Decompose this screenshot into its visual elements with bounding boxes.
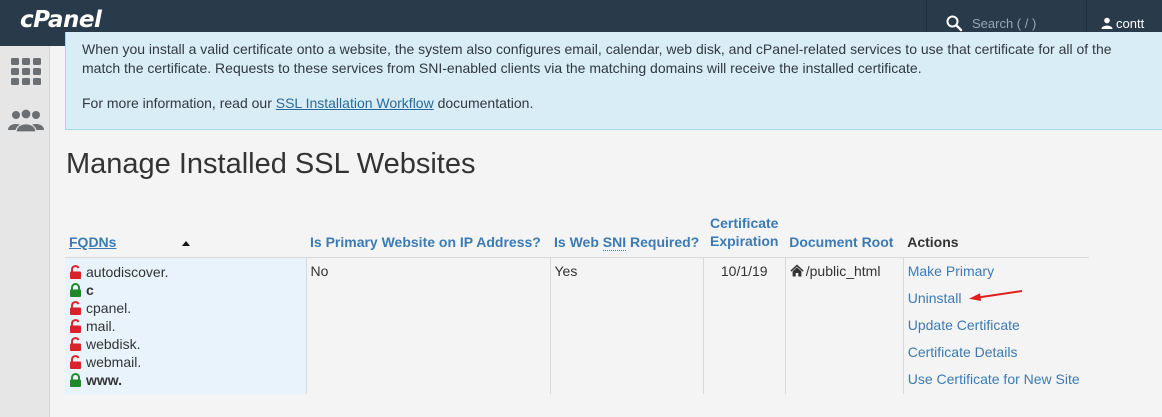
fqdn-item: autodiscover. (69, 263, 302, 281)
expiration-cell: 10/1/19 (702, 257, 786, 394)
use-certificate-new-site-link[interactable]: Use Certificate for New Site (908, 366, 1086, 393)
sidebar (0, 46, 50, 417)
lock-open-icon (70, 336, 81, 351)
ssl-websites-table: FQDNs Is Primary Website on IP Address? … (65, 213, 1090, 394)
grid-icon (11, 58, 41, 85)
primary-cell: No (305, 257, 550, 394)
fqdn-name: webdisk. (86, 335, 141, 352)
sidebar-users-button[interactable] (8, 102, 44, 138)
cpanel-logo[interactable]: cPanel (20, 7, 102, 33)
docroot-cell: /public_html (784, 257, 904, 394)
info-more-text: For more information, read our SSL Insta… (82, 94, 1162, 113)
fqdn-name: mail. (86, 317, 116, 334)
update-certificate-link[interactable]: Update Certificate (908, 312, 1086, 339)
expiration-column-header[interactable]: Certificate Expiration (703, 213, 786, 258)
sort-ascending-icon (182, 241, 190, 246)
sni-abbr: SNI (602, 233, 627, 251)
lock-open-icon (70, 318, 81, 333)
page-title: Manage Installed SSL Websites (66, 148, 476, 180)
fqdns-column-header[interactable]: FQDNs (65, 213, 306, 258)
lock-closed-icon (70, 372, 81, 387)
info-more-prefix: For more information, read our (82, 95, 276, 111)
info-more-suffix: documentation. (433, 95, 534, 111)
fqdn-name: cpanel. (86, 299, 132, 316)
lock-open-icon (70, 300, 81, 315)
home-icon (790, 264, 804, 277)
fqdn-name: www. (86, 371, 123, 388)
fqdns-cell: autodiscover. c cpanel. mail. webdisk. webmai… (65, 257, 306, 394)
make-primary-link[interactable]: Make Primary (908, 258, 1086, 285)
search-icon (946, 15, 963, 32)
search-input[interactable] (972, 15, 1082, 31)
info-alert: When you install a valid certificate ont… (65, 32, 1162, 130)
lock-closed-icon (70, 282, 81, 297)
fqdn-name: webmail. (86, 353, 142, 370)
user-icon (1101, 17, 1113, 29)
fqdn-item: www. (69, 371, 302, 389)
table-header-row: FQDNs Is Primary Website on IP Address? … (65, 213, 1090, 258)
fqdn-item: webmail. (69, 353, 302, 371)
lock-open-icon (70, 264, 81, 279)
fqdn-item: cpanel. (69, 299, 302, 317)
sni-cell: Yes (549, 257, 704, 394)
fqdn-name: autodiscover. (86, 263, 169, 280)
sni-header-prefix: Is Web (554, 233, 603, 250)
fqdn-name: c (86, 281, 94, 298)
fqdn-item: webdisk. (69, 335, 302, 353)
actions-column-header: Actions (903, 213, 1090, 258)
fqdn-item: mail. (69, 317, 302, 335)
lock-open-icon (70, 354, 81, 369)
expiration-header-line2: Expiration (710, 232, 779, 249)
info-text-line2: match the certificate. Requests to these… (82, 60, 922, 76)
docroot-text: /public_html (805, 262, 881, 279)
annotation-arrow-icon (969, 290, 1023, 301)
sni-column-header[interactable]: Is Web SNI Required? (550, 213, 704, 258)
users-icon (8, 108, 44, 132)
sidebar-tools-button[interactable] (8, 54, 44, 90)
table-row: autodiscover. c cpanel. mail. webdisk. webmai… (65, 257, 1090, 394)
fqdn-item: c (69, 281, 302, 299)
actions-cell: Make Primary Uninstall Update Certificat… (902, 257, 1090, 394)
info-text-line1: When you install a valid certificate ont… (82, 41, 1112, 57)
certificate-details-link[interactable]: Certificate Details (908, 339, 1086, 366)
docroot-value: /public_html (790, 263, 899, 279)
sni-header-suffix: Required? (626, 233, 700, 250)
docroot-column-header[interactable]: Document Root (785, 213, 904, 258)
username: contt (1116, 15, 1145, 31)
fqdn-list: autodiscover. c cpanel. mail. webdisk. webmai… (69, 263, 302, 389)
expiration-header-line1: Certificate (710, 214, 779, 231)
primary-column-header[interactable]: Is Primary Website on IP Address? (306, 213, 550, 258)
fqdns-header-label: FQDNs (69, 233, 117, 250)
ssl-workflow-link[interactable]: SSL Installation Workflow (276, 95, 434, 111)
